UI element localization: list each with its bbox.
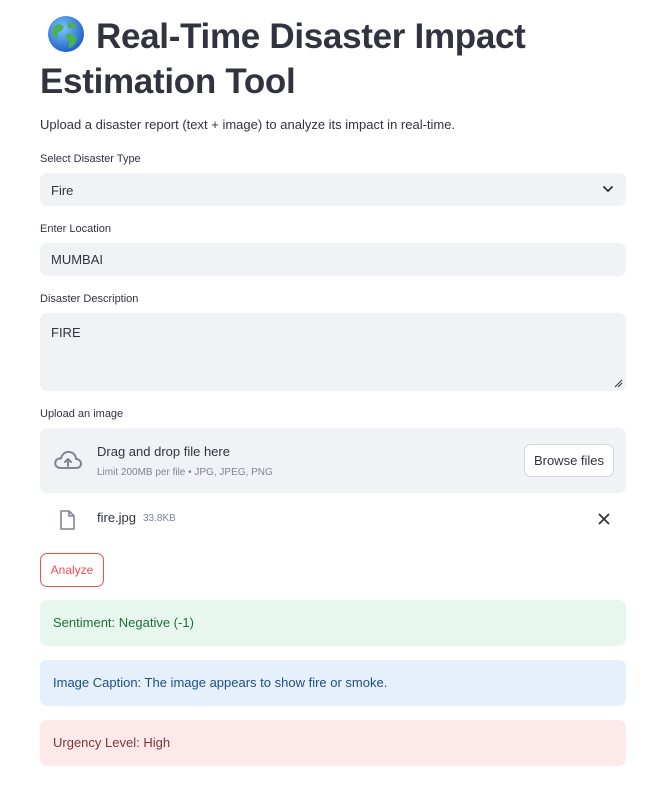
globe-icon [46,14,86,54]
image-caption-result: Image Caption: The image appears to show… [40,660,626,706]
disaster-type-value: Fire [51,183,74,198]
file-icon [60,510,75,530]
urgency-result: Urgency Level: High [40,720,626,766]
description-label: Disaster Description [40,293,139,305]
uploaded-file-row: fire.jpg 33.8KB [40,505,626,535]
dropzone-limit: Limit 200MB per file • JPG, JPEG, PNG [97,467,273,478]
uploaded-file-size: 33.8KB [143,513,176,524]
cloud-upload-icon [54,450,83,469]
location-label: Enter Location [40,223,111,235]
upload-label: Upload an image [40,408,124,420]
resize-handle-icon[interactable] [614,379,623,388]
location-value: MUMBAI [51,252,103,267]
disaster-type-label: Select Disaster Type [40,153,141,165]
analyze-button[interactable]: Analyze [40,553,104,587]
sentiment-result: Sentiment: Negative (-1) [40,600,626,646]
file-dropzone[interactable]: Drag and drop file here Limit 200MB per … [40,428,626,493]
app-page: Real-Time Disaster Impact Estimation Too… [0,0,658,795]
page-subtitle: Upload a disaster report (text + image) … [40,117,456,132]
dropzone-instructions: Drag and drop file here [97,444,230,459]
location-input[interactable]: MUMBAI [40,243,626,276]
description-textarea[interactable]: FIRE [40,313,626,391]
page-title-text: Real-Time Disaster Impact Estimation Too… [40,17,526,101]
uploaded-file-name: fire.jpg [97,510,137,525]
page-title: Real-Time Disaster Impact Estimation Too… [40,14,630,104]
close-icon[interactable] [598,513,610,525]
browse-files-button[interactable]: Browse files [524,444,614,477]
chevron-down-icon [603,186,613,192]
description-value: FIRE [51,325,81,340]
disaster-type-select[interactable]: Fire [40,173,626,206]
